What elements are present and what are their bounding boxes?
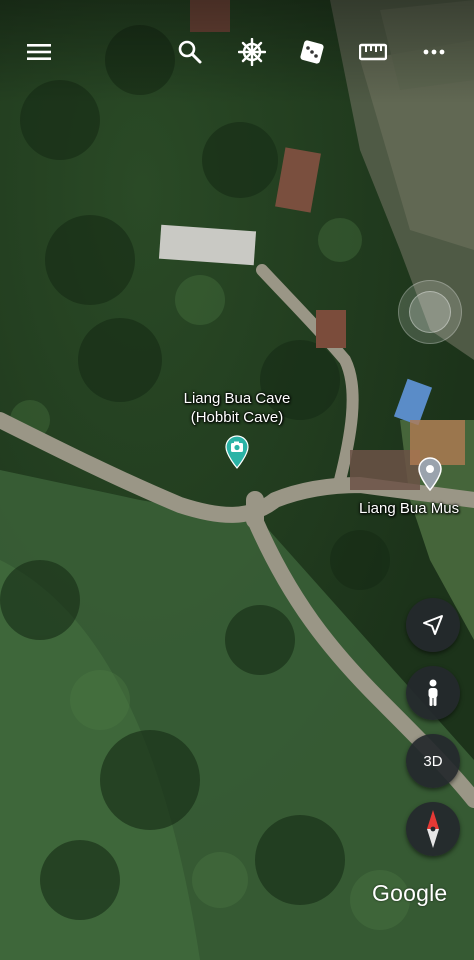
view-3d-button[interactable]: 3D xyxy=(406,734,460,788)
compass-icon[interactable] xyxy=(406,802,460,856)
pegman-icon[interactable] xyxy=(406,666,460,720)
navigation-arrow-icon[interactable] xyxy=(406,598,460,652)
dice-icon[interactable] xyxy=(294,34,330,70)
ship-wheel-icon[interactable] xyxy=(234,34,270,70)
view-3d-label: 3D xyxy=(423,752,443,770)
satellite-imagery xyxy=(0,0,474,960)
pan-joystick-icon[interactable] xyxy=(398,280,462,344)
camera-pin-icon[interactable] xyxy=(224,435,250,474)
google-attribution: Google xyxy=(372,880,448,906)
place-name-line2: (Hobbit Cave) xyxy=(190,409,284,426)
place-label-liang-bua-cave[interactable]: Liang Bua Cave (Hobbit Cave) xyxy=(158,389,316,427)
satellite-map[interactable] xyxy=(0,0,474,960)
top-toolbar xyxy=(0,0,474,104)
joystick-knob[interactable] xyxy=(409,291,451,333)
place-label-liang-bua-museum[interactable]: Liang Bua Mus xyxy=(359,499,459,518)
place-name-line1: Liang Bua Cave xyxy=(183,390,291,407)
ruler-icon[interactable] xyxy=(355,34,391,70)
more-vertical-dots-icon[interactable] xyxy=(416,34,452,70)
search-icon[interactable] xyxy=(172,34,208,70)
map-pin-icon[interactable] xyxy=(417,457,443,496)
hamburger-menu-icon[interactable] xyxy=(22,34,58,70)
